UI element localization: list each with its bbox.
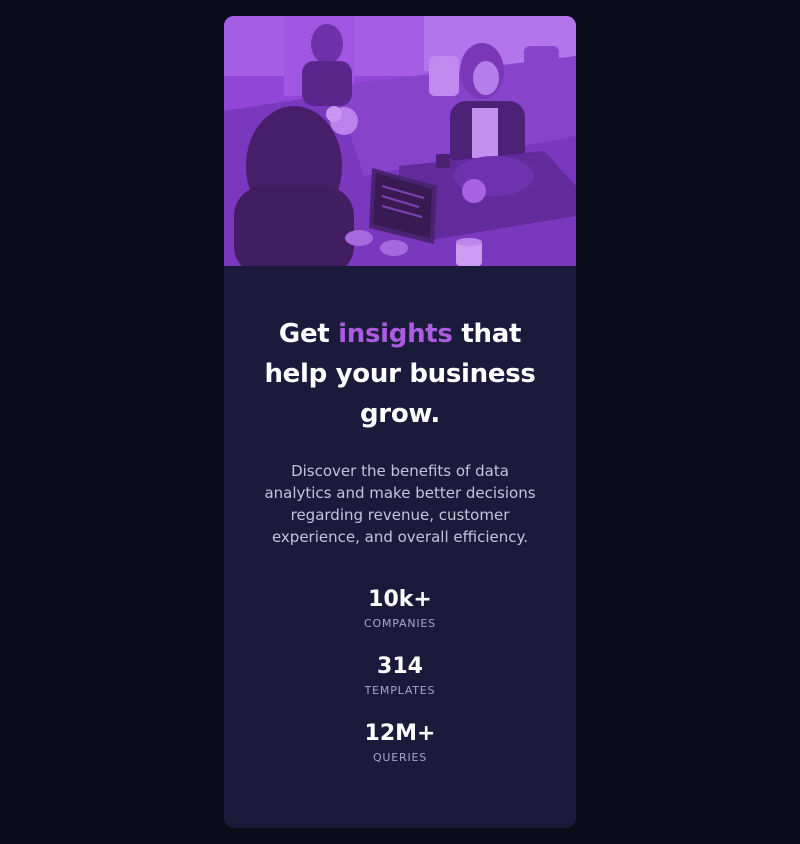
stat-value: 12M+ <box>364 721 436 746</box>
office-photo-illustration <box>224 16 576 266</box>
headline-accent: insights <box>338 319 453 349</box>
stat-templates: 314 TEMPLATES <box>224 653 576 698</box>
stat-value: 314 <box>377 654 423 679</box>
description: Discover the benefits of data analytics … <box>264 462 536 546</box>
headline-before: Get <box>278 319 339 349</box>
stat-companies: 10k+ COMPANIES <box>224 586 576 631</box>
stat-label: QUERIES <box>372 751 428 764</box>
hero-image <box>224 16 576 266</box>
stat-label: TEMPLATES <box>364 684 436 697</box>
headline: Get insights that help your business gro… <box>262 314 538 434</box>
stats-card: Get insights that help your business gro… <box>224 16 576 828</box>
stats-list: 10k+ COMPANIES 314 TEMPLATES 12M+ QUERIE… <box>224 586 576 765</box>
card-content: Get insights that help your business gro… <box>224 314 576 765</box>
stat-label: COMPANIES <box>364 617 436 630</box>
stat-value: 10k+ <box>368 587 432 612</box>
stat-queries: 12M+ QUERIES <box>224 720 576 765</box>
